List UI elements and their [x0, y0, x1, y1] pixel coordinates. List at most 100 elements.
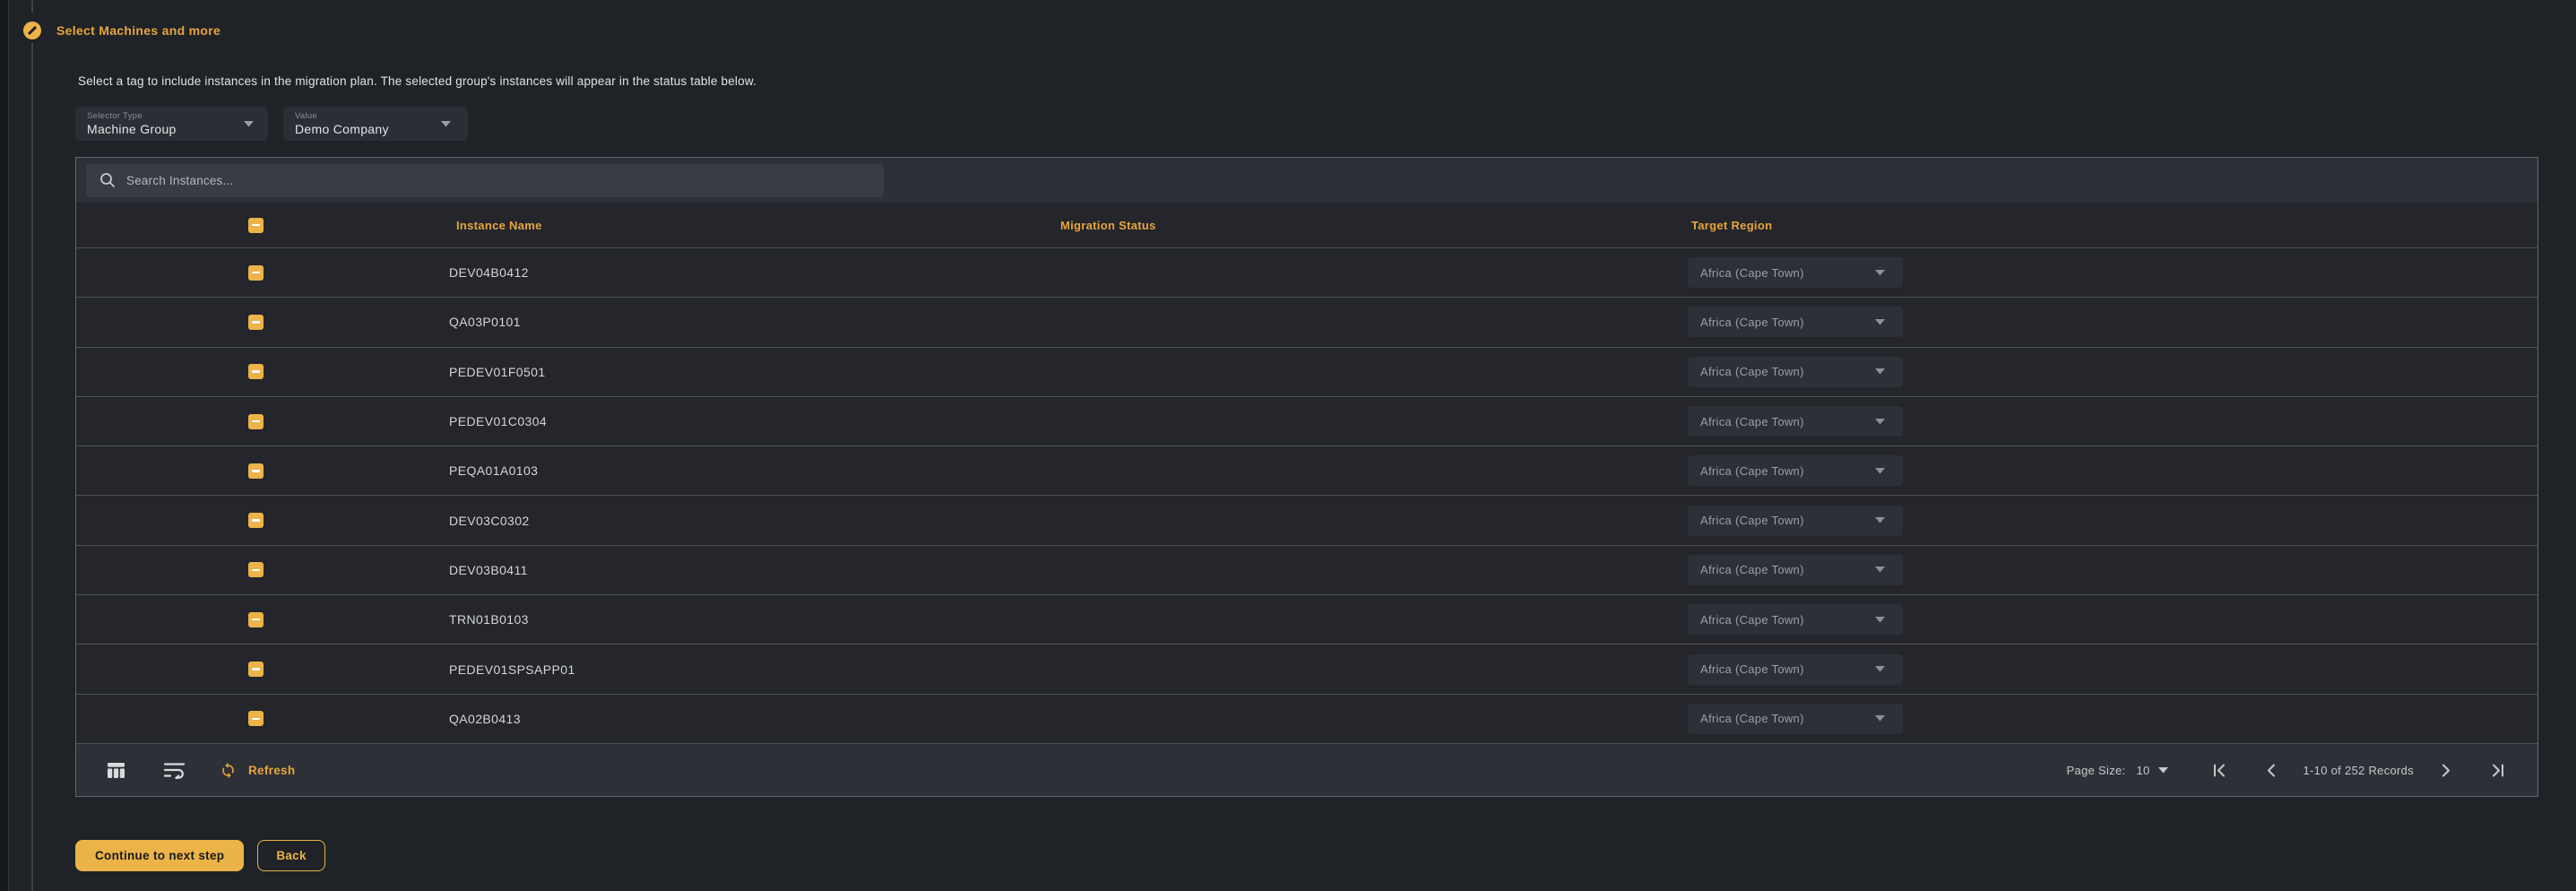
records-range: 1-10 of 252 Records: [2304, 764, 2415, 777]
chevron-down-icon: [1875, 617, 1885, 623]
target-region-select[interactable]: Africa (Cape Town): [1688, 604, 1903, 635]
search-input[interactable]: [125, 173, 845, 188]
table-header-row: Instance Name Migration Status Target Re…: [76, 203, 2537, 248]
row-checkbox[interactable]: [248, 513, 264, 528]
target-region-value: Africa (Cape Town): [1700, 662, 1804, 676]
row-checkbox[interactable]: [248, 265, 264, 281]
chevron-down-icon: [1875, 517, 1885, 523]
refresh-label: Refresh: [248, 764, 295, 777]
instance-name-cell: DEV03B0411: [435, 563, 1053, 577]
wizard-actions: Continue to next step Back: [75, 840, 325, 871]
value-select[interactable]: Value Demo Company: [283, 107, 468, 141]
selector-type-label: Selector Type: [87, 111, 268, 121]
target-region-value: Africa (Cape Town): [1700, 316, 1804, 329]
refresh-sync-icon: [220, 762, 237, 779]
target-region-select[interactable]: Africa (Cape Town): [1688, 506, 1903, 536]
instance-name-cell: TRN01B0103: [435, 612, 1053, 627]
continue-button[interactable]: Continue to next step: [75, 840, 244, 871]
table-body: DEV04B0412 Africa (Cape Town) QA03: [76, 248, 2537, 744]
chevron-down-icon: [1875, 368, 1885, 375]
column-header-target-region: Target Region: [1681, 219, 2537, 232]
select-all-checkbox[interactable]: [248, 218, 264, 233]
row-checkbox[interactable]: [248, 315, 264, 330]
previous-page-button[interactable]: [2267, 764, 2276, 777]
target-region-select[interactable]: Africa (Cape Town): [1688, 455, 1903, 486]
wrap-text-button[interactable]: [163, 761, 186, 779]
instance-name-cell: PEQA01A0103: [435, 463, 1053, 478]
last-page-icon: [2492, 764, 2504, 777]
chevron-down-icon: [1875, 319, 1885, 325]
page-size-label: Page Size:: [2067, 764, 2126, 777]
table-row: QA03P0101 Africa (Cape Town): [76, 298, 2537, 347]
target-region-value: Africa (Cape Town): [1700, 563, 1804, 576]
column-header-instance-name: Instance Name: [435, 219, 1053, 232]
row-checkbox[interactable]: [248, 711, 264, 726]
row-checkbox[interactable]: [248, 463, 264, 479]
target-region-select[interactable]: Africa (Cape Town): [1688, 704, 1903, 734]
select-machines-page: Select Machines and more Select a tag to…: [0, 0, 2576, 891]
column-header-migration-status: Migration Status: [1053, 219, 1681, 232]
target-region-select[interactable]: Africa (Cape Town): [1688, 555, 1903, 585]
target-region-value: Africa (Cape Town): [1700, 514, 1804, 527]
table-columns-button[interactable]: [107, 761, 125, 780]
first-page-icon: [2213, 764, 2226, 777]
row-checkbox[interactable]: [248, 414, 264, 429]
target-region-select[interactable]: Africa (Cape Town): [1688, 257, 1903, 288]
table-footer: Refresh Page Size: 10: [76, 744, 2537, 796]
selector-type-select[interactable]: Selector Type Machine Group: [75, 107, 268, 141]
back-button[interactable]: Back: [257, 840, 324, 871]
table-columns-icon: [107, 761, 125, 780]
page-size-select[interactable]: 10: [2136, 764, 2167, 777]
instance-name-cell: PEDEV01SPSAPP01: [435, 662, 1053, 677]
table-row: PEQA01A0103 Africa (Cape Town): [76, 446, 2537, 496]
chevron-down-icon: [1875, 666, 1885, 672]
instance-name-cell: QA03P0101: [435, 315, 1053, 329]
instance-name-cell: DEV04B0412: [435, 265, 1053, 280]
filter-bar: Selector Type Machine Group Value Demo C…: [75, 107, 468, 141]
target-region-value: Africa (Cape Town): [1700, 365, 1804, 378]
instance-name-cell: PEDEV01C0304: [435, 414, 1053, 428]
refresh-button[interactable]: Refresh: [220, 762, 295, 779]
chevron-down-icon: [2158, 767, 2168, 774]
row-checkbox[interactable]: [248, 662, 264, 677]
row-checkbox[interactable]: [248, 364, 264, 379]
target-region-value: Africa (Cape Town): [1700, 464, 1804, 478]
last-page-button[interactable]: [2492, 764, 2504, 777]
left-rail: [0, 0, 9, 891]
chevron-down-icon: [1875, 270, 1885, 276]
target-region-value: Africa (Cape Town): [1700, 613, 1804, 627]
target-region-value: Africa (Cape Town): [1700, 712, 1804, 725]
magnifier-icon: [99, 172, 116, 188]
search-box: [86, 164, 884, 197]
step-indicator: [23, 22, 41, 39]
table-row: DEV04B0412 Africa (Cape Town): [76, 248, 2537, 298]
table-row: TRN01B0103 Africa (Cape Town): [76, 595, 2537, 644]
table-row: DEV03B0411 Africa (Cape Town): [76, 546, 2537, 595]
table-row: PEDEV01C0304 Africa (Cape Town): [76, 397, 2537, 446]
first-page-button[interactable]: [2213, 764, 2226, 777]
table-row: DEV03C0302 Africa (Cape Town): [76, 496, 2537, 545]
chevron-down-icon: [441, 121, 451, 127]
row-checkbox[interactable]: [248, 612, 264, 627]
instance-name-cell: QA02B0413: [435, 712, 1053, 726]
stepper-connector-top: [31, 0, 33, 13]
next-page-icon: [2442, 764, 2451, 777]
target-region-select[interactable]: Africa (Cape Town): [1688, 307, 1903, 337]
row-checkbox[interactable]: [248, 562, 264, 577]
target-region-select[interactable]: Africa (Cape Town): [1688, 654, 1903, 685]
chevron-down-icon: [244, 121, 254, 127]
next-page-button[interactable]: [2442, 764, 2451, 777]
instance-name-cell: PEDEV01F0501: [435, 365, 1053, 379]
target-region-value: Africa (Cape Town): [1700, 266, 1804, 280]
wrap-text-icon: [163, 761, 186, 779]
chevron-down-icon: [1875, 419, 1885, 425]
instances-table: Instance Name Migration Status Target Re…: [75, 157, 2538, 797]
step-description: Select a tag to include instances in the…: [78, 74, 756, 88]
step-title: Select Machines and more: [56, 23, 220, 38]
value-label: Value: [295, 111, 468, 121]
selector-type-value: Machine Group: [87, 122, 268, 136]
edit-pencil-icon: [23, 22, 41, 39]
target-region-select[interactable]: Africa (Cape Town): [1688, 357, 1903, 387]
target-region-value: Africa (Cape Town): [1700, 415, 1804, 428]
target-region-select[interactable]: Africa (Cape Town): [1688, 406, 1903, 437]
